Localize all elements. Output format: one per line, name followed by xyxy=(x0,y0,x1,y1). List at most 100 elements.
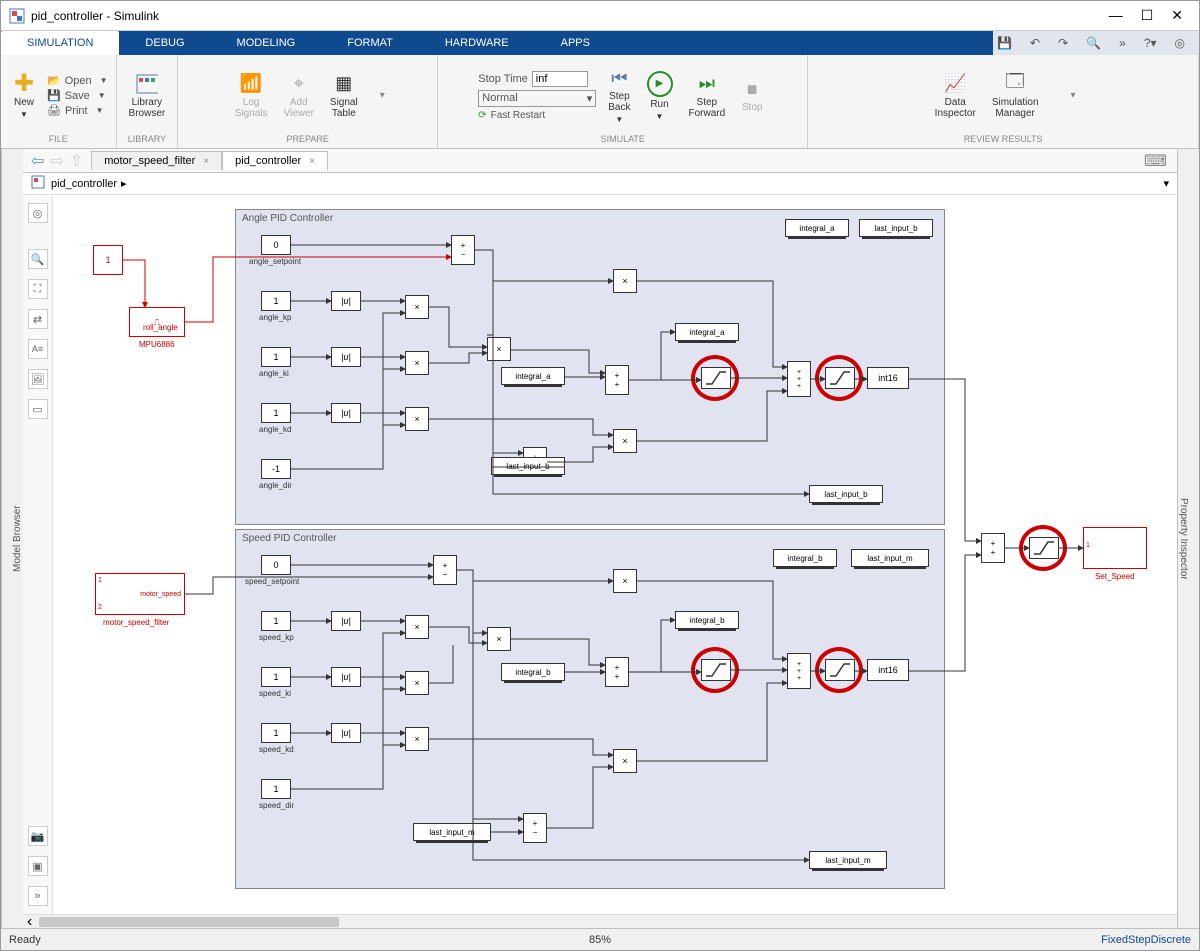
tab-format[interactable]: FORMAT xyxy=(321,31,419,55)
abs-speed-ki[interactable]: |u| xyxy=(331,667,361,687)
breadcrumb-item[interactable]: pid_controller xyxy=(51,178,117,190)
sim-mode-select[interactable]: Normal▾ xyxy=(478,90,596,107)
memstore-integral-b[interactable]: integral_b xyxy=(773,549,837,567)
sum-s-2[interactable]: +− xyxy=(523,813,547,843)
save-button[interactable]: 💾Save▼ xyxy=(47,89,108,102)
run-button[interactable]: ▶Run▼ xyxy=(643,69,677,123)
stop-time-input[interactable] xyxy=(532,71,588,87)
model-root-icon[interactable] xyxy=(31,175,45,192)
abs-speed-kd[interactable]: |u| xyxy=(331,723,361,743)
const-speed-kd[interactable]: 1 xyxy=(261,723,291,743)
dsread-integral-a[interactable]: integral_a xyxy=(501,367,565,385)
open-button[interactable]: 📂Open▼ xyxy=(47,74,108,87)
abs-angle-ki[interactable]: |u| xyxy=(331,347,361,367)
save-icon[interactable]: 💾 xyxy=(993,34,1016,52)
help-icon[interactable]: ?▾ xyxy=(1140,34,1161,52)
property-inspector-panel[interactable]: Property Inspector xyxy=(1177,149,1199,928)
editor-tab-pid-controller[interactable]: pid_controller× xyxy=(222,151,328,170)
dsread-last-input-m[interactable]: last_input_m xyxy=(413,823,491,841)
abs-speed-kp[interactable]: |u| xyxy=(331,611,361,631)
log-signals-button[interactable]: 📶Log Signals xyxy=(231,71,272,121)
dswrite-integral-a[interactable]: integral_a xyxy=(675,323,739,341)
const-speed-dir[interactable]: 1 xyxy=(261,779,291,799)
sum-s-4[interactable]: +++ xyxy=(787,653,811,689)
tab-debug[interactable]: DEBUG xyxy=(119,31,210,55)
step-forward-button[interactable]: ⏭Step Forward xyxy=(685,71,730,121)
fit-view-tool[interactable]: ◎ xyxy=(28,203,48,223)
dtype-int16-s[interactable]: int16 xyxy=(867,659,909,681)
tab-close-icon[interactable]: × xyxy=(309,156,315,167)
area-tool[interactable]: ▭ xyxy=(28,399,48,419)
breadcrumb-menu[interactable]: ▾ xyxy=(1163,177,1169,190)
const-speed-kp[interactable]: 1 xyxy=(261,611,291,631)
sum-s-3[interactable]: ++ xyxy=(605,657,629,687)
mult-s-3[interactable]: × xyxy=(405,727,429,751)
abs-angle-kp[interactable]: |u| xyxy=(331,291,361,311)
pan-tool[interactable]: ⇄ xyxy=(28,309,48,329)
tab-modeling[interactable]: MODELING xyxy=(211,31,322,55)
keyboard-icon[interactable]: ⌨ xyxy=(1144,151,1177,171)
dsread-last-input-b[interactable]: last_input_b xyxy=(491,457,565,475)
const-angle-setpoint[interactable]: 0 xyxy=(261,235,291,255)
camera-tool[interactable]: 📷 xyxy=(28,826,48,846)
expand-icon[interactable]: » xyxy=(1115,34,1130,52)
dswrite-integral-b[interactable]: integral_b xyxy=(675,611,739,629)
tab-apps[interactable]: APPS xyxy=(535,31,616,55)
const-speed-setpoint[interactable]: 0 xyxy=(261,555,291,575)
sum-a-1[interactable]: +− xyxy=(451,235,475,265)
close-button[interactable]: ✕ xyxy=(1171,7,1183,24)
dsread-integral-b[interactable]: integral_b xyxy=(501,663,565,681)
fit-tool[interactable]: ⛶ xyxy=(28,279,48,299)
const-angle-ki[interactable]: 1 xyxy=(261,347,291,367)
data-inspector-button[interactable]: 📈Data Inspector xyxy=(931,71,980,121)
mult-a-3[interactable]: × xyxy=(405,407,429,431)
motor-speed-filter-block[interactable]: 1 2 motor_speed xyxy=(95,573,185,615)
status-solver[interactable]: FixedStepDiscrete xyxy=(1101,934,1191,946)
const-speed-ki[interactable]: 1 xyxy=(261,667,291,687)
abs-angle-kd[interactable]: |u| xyxy=(331,403,361,423)
memstore-last-input-m[interactable]: last_input_m xyxy=(851,549,929,567)
zoom-tool[interactable]: 🔍 xyxy=(28,249,48,269)
mult-s-4[interactable]: × xyxy=(487,627,511,651)
step-back-button[interactable]: ⏮Step Back▼ xyxy=(604,65,634,126)
sim-manager-button[interactable]: 🗔Simulation Manager xyxy=(988,71,1043,121)
ribbon-collapse[interactable]: ▾ xyxy=(1071,90,1076,101)
memstore-integral-a[interactable]: integral_a xyxy=(785,219,849,237)
mult-s-2[interactable]: × xyxy=(405,671,429,695)
set-speed-block[interactable]: 1 xyxy=(1083,527,1147,569)
mult-s-1[interactable]: × xyxy=(405,615,429,639)
sum-output[interactable]: ++ xyxy=(981,533,1005,563)
sum-a-4[interactable]: +++ xyxy=(787,361,811,397)
library-browser-button[interactable]: Library Browser xyxy=(125,71,170,121)
minimize-button[interactable]: — xyxy=(1109,7,1123,24)
sum-a-3[interactable]: ++ xyxy=(605,365,629,395)
prepare-expand[interactable]: ▾ xyxy=(380,90,385,101)
sum-s-1[interactable]: +− xyxy=(433,555,457,585)
target-icon[interactable]: ◎ xyxy=(1171,34,1189,52)
mult-a-2[interactable]: × xyxy=(405,351,429,375)
speed-pid-subsystem[interactable]: Speed PID Controller xyxy=(235,529,945,889)
dswrite-last-input-m[interactable]: last_input_m xyxy=(809,851,887,869)
nav-back[interactable]: ⇦ xyxy=(31,151,44,171)
maximize-button[interactable]: ☐ xyxy=(1141,7,1154,24)
canvas-hscrollbar[interactable]: ‹ xyxy=(23,914,1177,928)
print-button[interactable]: 🖨Print▼ xyxy=(47,104,108,117)
new-button[interactable]: ✚ New ▼ xyxy=(9,71,39,121)
editor-tab-motor-speed-filter[interactable]: motor_speed_filter× xyxy=(91,151,222,170)
const-angle-kp[interactable]: 1 xyxy=(261,291,291,311)
tab-hardware[interactable]: HARDWARE xyxy=(419,31,535,55)
signal-table-button[interactable]: ▦Signal Table xyxy=(326,71,362,121)
add-viewer-button[interactable]: ⌖Add Viewer xyxy=(280,71,318,121)
const-angle-kd[interactable]: 1 xyxy=(261,403,291,423)
tab-close-icon[interactable]: × xyxy=(203,156,209,167)
image-tool[interactable]: 🖼 xyxy=(28,369,48,389)
annotate-tool[interactable]: A≡ xyxy=(28,339,48,359)
nav-fwd[interactable]: ⇨ xyxy=(50,151,63,171)
fast-restart-button[interactable]: ⟳Fast Restart xyxy=(478,110,596,121)
mult-s-6[interactable]: × xyxy=(613,749,637,773)
redo-icon[interactable]: ↷ xyxy=(1054,34,1072,52)
roll-angle-block[interactable]: ⎍ xyxy=(129,307,185,337)
mult-a-6[interactable]: × xyxy=(613,429,637,453)
inport-1[interactable]: 1 xyxy=(93,245,123,275)
mult-a-1[interactable]: × xyxy=(405,295,429,319)
